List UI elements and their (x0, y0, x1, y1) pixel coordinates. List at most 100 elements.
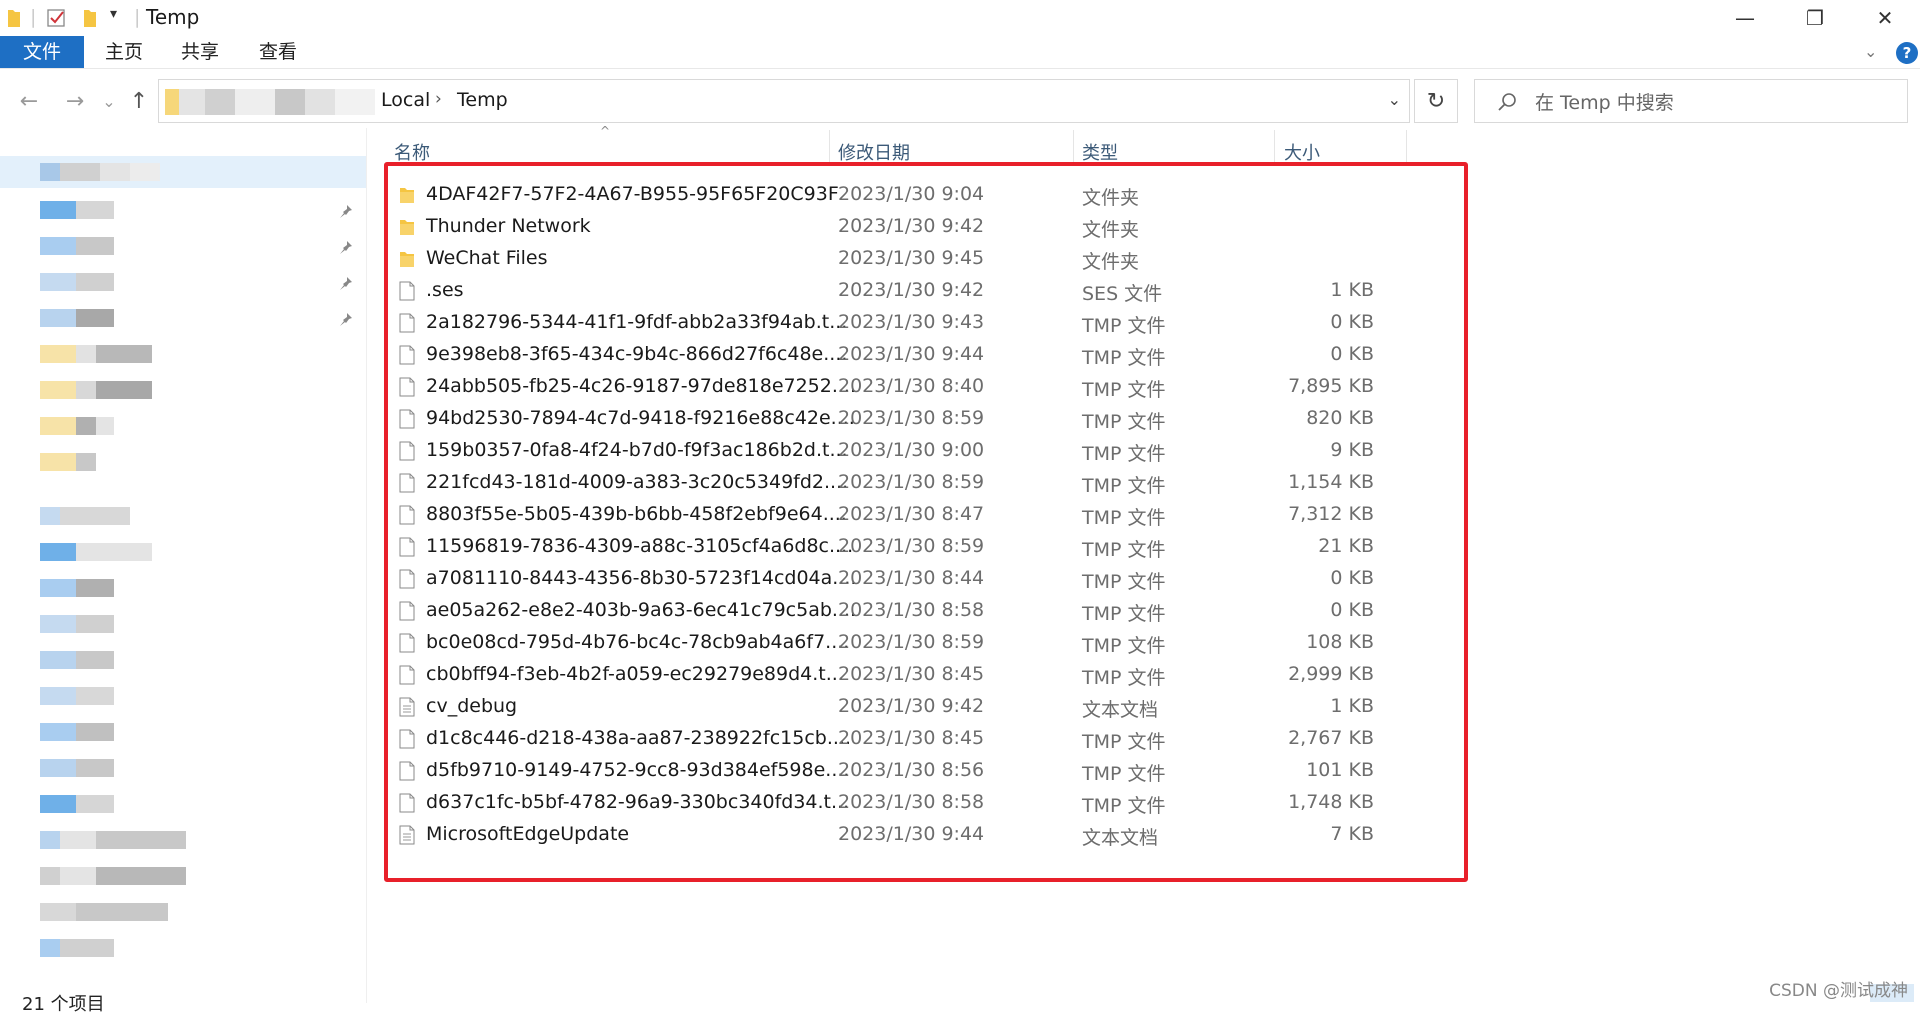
nav-item-blurred[interactable] (40, 939, 114, 957)
nav-item-blurred[interactable] (40, 237, 114, 255)
nav-item-blurred[interactable] (40, 507, 130, 525)
column-divider[interactable] (1406, 130, 1407, 164)
breadcrumb-temp[interactable]: Temp (457, 89, 508, 111)
column-divider[interactable] (1274, 130, 1275, 164)
pin-icon[interactable] (338, 311, 356, 329)
file-date: 2023/1/30 9:42 (838, 695, 985, 717)
nav-item-blurred[interactable] (40, 201, 114, 219)
help-icon[interactable]: ? (1896, 42, 1918, 64)
folder-icon (8, 10, 20, 27)
file-name: cb0bff94-f3eb-4b2f-a059-ec29279e89d4.t..… (426, 663, 844, 685)
address-bar[interactable]: Local › Temp ⌄ (158, 79, 1410, 123)
file-row[interactable]: WeChat Files 2023/1/30 9:45 文件夹 (376, 243, 1410, 275)
forward-button[interactable]: → (60, 86, 90, 116)
file-icon (399, 537, 415, 557)
nav-item-blurred[interactable] (40, 759, 114, 777)
file-date: 2023/1/30 9:00 (838, 439, 985, 461)
column-divider[interactable] (829, 130, 830, 164)
file-row[interactable]: 24abb505-fb25-4c26-9187-97de818e7252....… (376, 371, 1410, 403)
nav-item-blurred[interactable] (40, 795, 114, 813)
navigation-bar: ← → ⌄ ↑ Local › Temp ⌄ ↻ (0, 76, 1920, 126)
file-row[interactable]: cb0bff94-f3eb-4b2f-a059-ec29279e89d4.t..… (376, 659, 1410, 691)
nav-item-blurred[interactable] (40, 309, 114, 327)
file-row[interactable]: d1c8c446-d218-438a-aa87-238922fc15cb....… (376, 723, 1410, 755)
nav-item-blurred[interactable] (40, 417, 114, 435)
file-icon (399, 377, 415, 397)
file-name: cv_debug (426, 695, 518, 717)
pin-icon[interactable] (338, 239, 356, 257)
file-row[interactable]: a7081110-8443-4356-8b30-5723f14cd04a....… (376, 563, 1410, 595)
nav-item-blurred[interactable] (40, 579, 114, 597)
tab-share[interactable]: 共享 (176, 36, 224, 68)
column-header-name[interactable]: 名称 (394, 139, 430, 165)
column-header-date[interactable]: 修改日期 (838, 139, 910, 165)
file-row[interactable]: .ses 2023/1/30 9:42 SES 文件 1 KB (376, 275, 1410, 307)
quick-access-dropdown-icon[interactable]: ▾ (110, 6, 117, 22)
file-row[interactable]: 159b0357-0fa8-4f24-b7d0-f9f3ac186b2d.t..… (376, 435, 1410, 467)
pin-icon[interactable] (338, 203, 356, 221)
file-size: 820 KB (1306, 407, 1374, 429)
tab-home[interactable]: 主页 (100, 36, 148, 68)
file-row[interactable]: MicrosoftEdgeUpdate 2023/1/30 9:44 文本文档 7 K… (376, 819, 1410, 851)
refresh-button[interactable]: ↻ (1414, 79, 1458, 123)
file-row[interactable]: Thunder Network 2023/1/30 9:42 文件夹 (376, 211, 1410, 243)
breadcrumb-local[interactable]: Local (381, 89, 430, 111)
file-type: TMP 文件 (1082, 347, 1166, 369)
nav-item-blurred[interactable] (40, 163, 160, 181)
file-icon (399, 441, 415, 461)
nav-item-blurred[interactable] (40, 381, 152, 399)
file-row[interactable]: 2a182796-5344-41f1-9fdf-abb2a33f94ab.t..… (376, 307, 1410, 339)
nav-item-blurred[interactable] (40, 831, 186, 849)
breadcrumb-separator-icon[interactable]: › (435, 89, 442, 109)
search-box[interactable] (1474, 79, 1908, 123)
address-dropdown-icon[interactable]: ⌄ (1388, 90, 1401, 109)
nav-item-blurred[interactable] (40, 453, 96, 471)
column-header-type[interactable]: 类型 (1082, 139, 1118, 165)
nav-item-blurred[interactable] (40, 615, 114, 633)
properties-checkbox-icon[interactable] (46, 7, 68, 29)
file-icon (399, 601, 415, 621)
file-row[interactable]: 221fcd43-181d-4009-a383-3c20c5349fd2....… (376, 467, 1410, 499)
nav-item-blurred[interactable] (40, 867, 186, 885)
pin-icon[interactable] (338, 275, 356, 293)
nav-item-blurred[interactable] (40, 903, 168, 921)
nav-item-blurred[interactable] (40, 543, 152, 561)
file-name: 159b0357-0fa8-4f24-b7d0-f9f3ac186b2d.t..… (426, 439, 848, 461)
file-row[interactable]: cv_debug 2023/1/30 9:42 文本文档 1 KB (376, 691, 1410, 723)
search-input[interactable] (1533, 89, 1897, 117)
nav-item-blurred[interactable] (40, 651, 114, 669)
file-row[interactable]: 8803f55e-5b05-439b-b6bb-458f2ebf9e64....… (376, 499, 1410, 531)
column-divider[interactable] (1073, 130, 1074, 164)
minimize-button[interactable]: — (1710, 0, 1780, 36)
file-row[interactable]: d5fb9710-9149-4752-9cc8-93d384ef598e....… (376, 755, 1410, 787)
file-name: a7081110-8443-4356-8b30-5723f14cd04a.... (426, 567, 857, 589)
file-row[interactable]: 94bd2530-7894-4c7d-9418-f9216e88c42e....… (376, 403, 1410, 435)
recent-locations-button[interactable]: ⌄ (94, 86, 124, 116)
up-button[interactable]: ↑ (124, 86, 154, 116)
tab-view[interactable]: 查看 (254, 36, 302, 68)
file-row[interactable]: 4DAF42F7-57F2-4A67-B955-95F65F20C93F 2023… (376, 179, 1410, 211)
nav-item-blurred[interactable] (40, 273, 114, 291)
file-size: 1 KB (1330, 279, 1374, 301)
nav-item-blurred[interactable] (40, 345, 152, 363)
sort-ascending-icon: ^ (600, 124, 611, 138)
file-row[interactable]: 9e398eb8-3f65-434c-9b4c-866d27f6c48e....… (376, 339, 1410, 371)
file-date: 2023/1/30 9:45 (838, 247, 985, 269)
file-size: 2,999 KB (1288, 663, 1374, 685)
new-folder-icon[interactable] (82, 7, 98, 29)
file-row[interactable]: bc0e08cd-795d-4b76-bc4c-78cb9ab4a6f7....… (376, 627, 1410, 659)
file-row[interactable]: d637c1fc-b5bf-4782-96a9-330bc340fd34.t..… (376, 787, 1410, 819)
tab-file[interactable]: 文件 (0, 36, 84, 68)
file-row[interactable]: 11596819-7836-4309-a88c-3105cf4a6d8c....… (376, 531, 1410, 563)
close-button[interactable]: ✕ (1850, 0, 1920, 36)
restore-button[interactable]: ❐ (1780, 0, 1850, 36)
column-header-size[interactable]: 大小 (1284, 139, 1320, 165)
ribbon-expand-chevron-icon[interactable]: ⌄ (1864, 42, 1877, 61)
file-type: TMP 文件 (1082, 411, 1166, 433)
nav-item-blurred[interactable] (40, 687, 114, 705)
nav-item-blurred[interactable] (40, 723, 114, 741)
file-name: 94bd2530-7894-4c7d-9418-f9216e88c42e.... (426, 407, 855, 429)
file-date: 2023/1/30 8:45 (838, 663, 985, 685)
file-row[interactable]: ae05a262-e8e2-403b-9a63-6ec41c79c5ab....… (376, 595, 1410, 627)
back-button[interactable]: ← (14, 86, 44, 116)
